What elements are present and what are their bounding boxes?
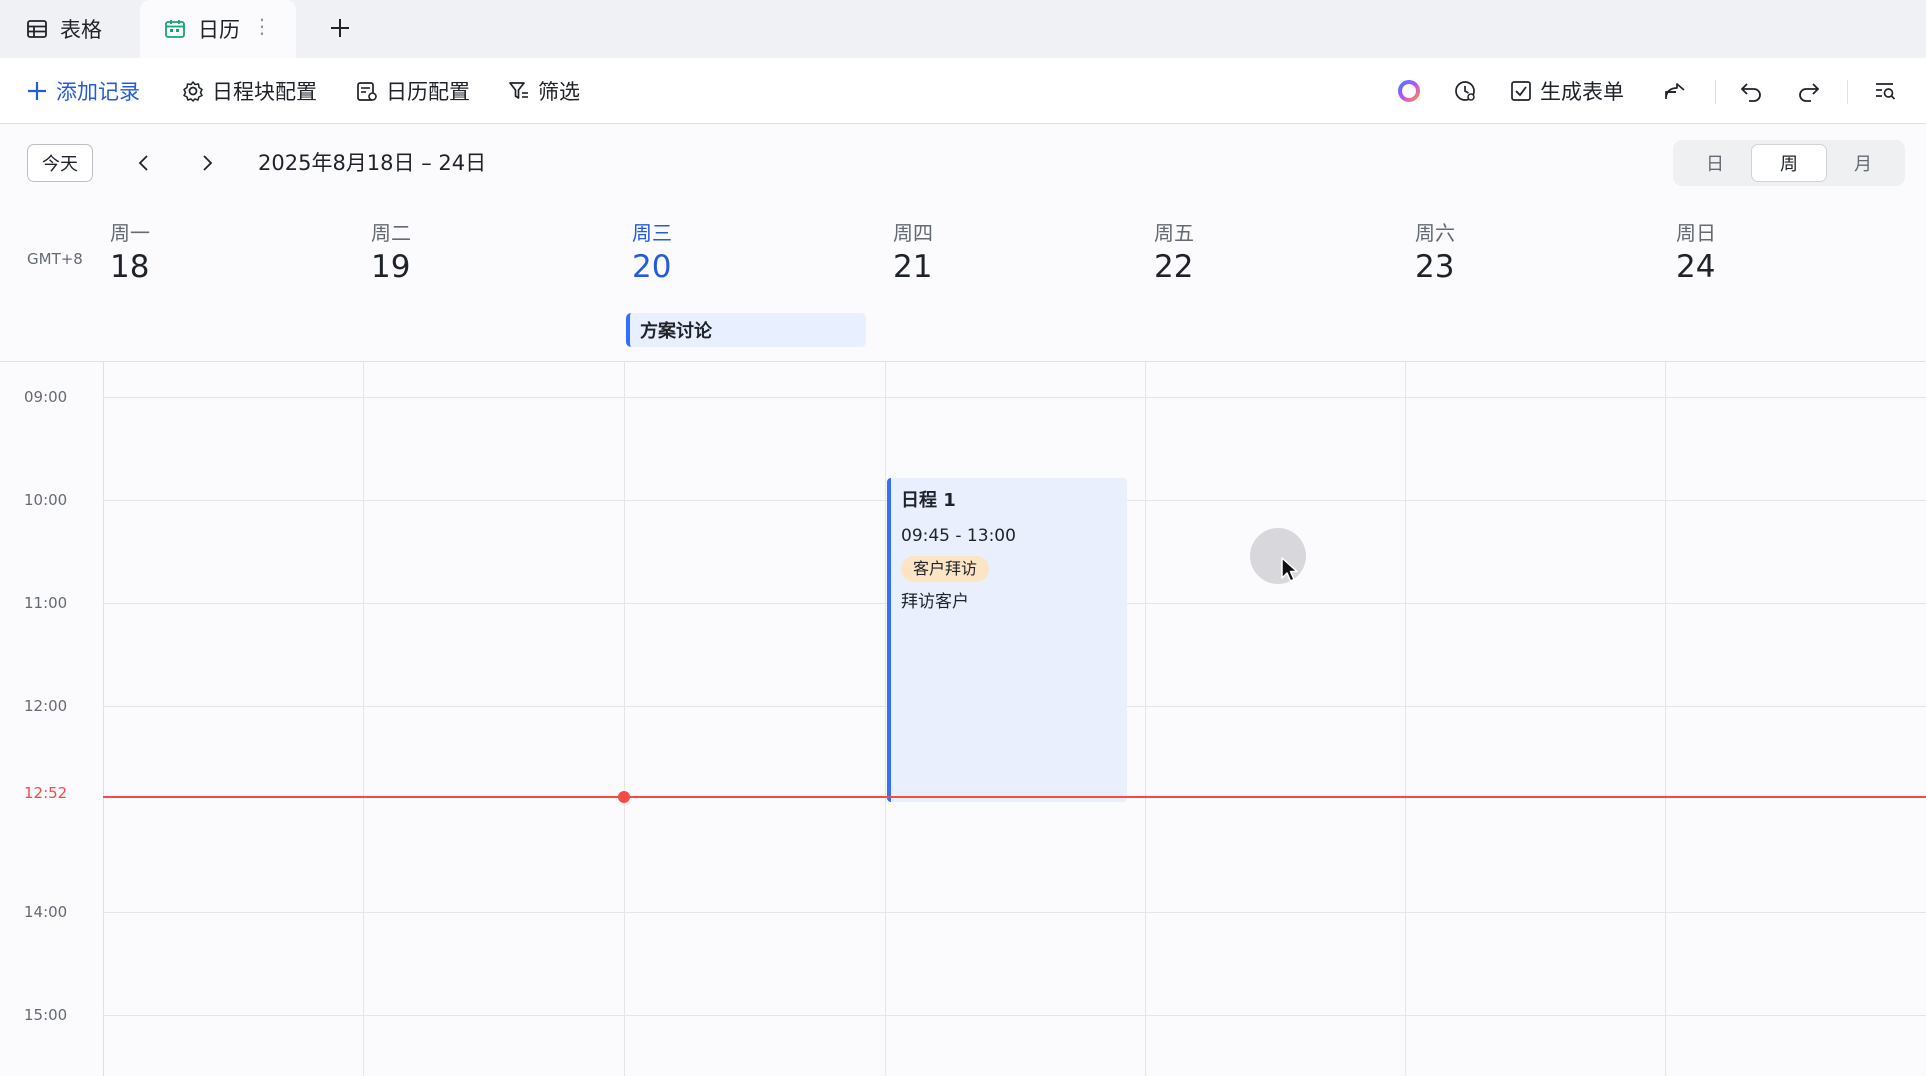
today-button[interactable]: 今天 [27, 144, 93, 182]
event-tag: 客户拜访 [901, 556, 990, 582]
timezone-label: GMT+8 [27, 250, 83, 268]
day-column-divider [885, 362, 886, 1076]
tab-calendar-label: 日历 [198, 18, 240, 42]
day-column-divider [1145, 362, 1146, 1076]
day-header-thu[interactable]: 周四 21 [893, 220, 933, 288]
day-name: 周一 [110, 221, 150, 245]
next-week-button[interactable] [188, 144, 226, 182]
hour-label: 14:00 [24, 903, 68, 921]
hour-label: 10:00 [24, 491, 68, 509]
generate-form-button[interactable]: 生成表单 [1510, 58, 1624, 124]
plus-icon [331, 19, 349, 37]
filter-label: 筛选 [538, 80, 580, 104]
day-name: 周日 [1676, 221, 1716, 245]
chevron-left-icon [138, 155, 148, 171]
current-time-line [103, 796, 1926, 798]
hour-line [103, 397, 1926, 398]
share-icon [1665, 83, 1685, 99]
history-button[interactable] [1446, 72, 1484, 110]
toolbar-divider [1847, 80, 1848, 104]
day-number: 22 [1154, 249, 1194, 285]
ai-assistant-button[interactable] [1390, 72, 1428, 110]
day-name: 周五 [1154, 221, 1194, 245]
day-number: 18 [110, 249, 150, 285]
toolbar: 添加记录 日程块配置 日历配置 筛选 生成表单 [0, 58, 1926, 124]
current-time-label: 12:52 [24, 784, 68, 802]
form-check-icon [1511, 81, 1531, 101]
day-column-divider [363, 362, 364, 1076]
calendar-settings-icon [357, 82, 377, 101]
generate-form-label: 生成表单 [1540, 80, 1624, 104]
date-range-title: 2025年8月18日 – 24日 [258, 151, 487, 175]
filter-icon [509, 82, 528, 99]
day-header-mon[interactable]: 周一 18 [110, 220, 150, 288]
mouse-cursor-icon [1281, 557, 1298, 582]
day-header-tue[interactable]: 周二 19 [371, 220, 411, 288]
current-time-dot [618, 791, 630, 803]
search-records-button[interactable] [1866, 72, 1904, 110]
day-header-sun[interactable]: 周日 24 [1676, 220, 1716, 288]
calendar-config-label: 日历配置 [386, 80, 470, 104]
calendar-event[interactable]: 日程 1 09:45 - 13:00 客户拜访 拜访客户 [887, 478, 1127, 802]
calendar-config-button[interactable]: 日历配置 [356, 58, 470, 124]
share-button[interactable] [1656, 72, 1694, 110]
previous-week-button[interactable] [125, 144, 163, 182]
day-column-divider [624, 362, 625, 1076]
time-axis-line [103, 362, 104, 1076]
day-number: 23 [1415, 249, 1455, 285]
plus-icon [28, 82, 46, 100]
more-vertical-icon[interactable]: ⋮ [252, 14, 272, 38]
day-name: 周四 [893, 221, 933, 245]
week-time-grid[interactable]: 09:00 10:00 11:00 12:00 14:00 15:00 日程 1… [0, 362, 1926, 1076]
tab-table-label: 表格 [60, 18, 102, 42]
calendar-icon [165, 20, 185, 38]
day-header-sat[interactable]: 周六 23 [1415, 220, 1455, 288]
day-header-fri[interactable]: 周五 22 [1154, 220, 1194, 288]
toolbar-divider [1715, 80, 1716, 104]
day-header-wed[interactable]: 周三 20 [632, 220, 672, 288]
block-config-button[interactable]: 日程块配置 [182, 58, 317, 124]
allday-event[interactable]: 方案讨论 [626, 313, 866, 347]
hour-label: 09:00 [24, 388, 68, 406]
add-tab-button[interactable] [322, 10, 358, 46]
hour-label: 15:00 [24, 1006, 68, 1024]
day-number: 20 [632, 249, 672, 285]
history-icon [1455, 81, 1475, 101]
chevron-right-icon [203, 155, 213, 171]
view-week-button[interactable]: 周 [1751, 144, 1827, 182]
redo-icon [1799, 83, 1820, 102]
redo-button[interactable] [1790, 72, 1828, 110]
view-month-button[interactable]: 月 [1825, 144, 1901, 182]
undo-button[interactable] [1732, 72, 1770, 110]
block-config-label: 日程块配置 [212, 80, 317, 104]
list-search-icon [1876, 83, 1896, 100]
event-time: 09:45 - 13:00 [901, 526, 1016, 546]
add-record-button[interactable]: 添加记录 [26, 58, 140, 124]
event-description: 拜访客户 [901, 592, 969, 612]
undo-icon [1740, 83, 1761, 102]
add-record-label: 添加记录 [56, 80, 140, 104]
day-number: 24 [1676, 249, 1716, 285]
day-name: 周三 [632, 221, 672, 245]
gear-icon [183, 81, 203, 102]
view-switcher: 日 周 月 [1673, 140, 1905, 186]
day-name: 周六 [1415, 221, 1455, 245]
view-day-button[interactable]: 日 [1677, 144, 1753, 182]
day-column-divider [1665, 362, 1666, 1076]
hour-label: 12:00 [24, 697, 68, 715]
hour-line [103, 1015, 1926, 1016]
hour-line [103, 912, 1926, 913]
tab-calendar[interactable]: 日历 ⋮ [140, 0, 296, 58]
ai-ring-icon [1398, 80, 1420, 102]
tab-bar: 表格 日历 ⋮ [0, 0, 1926, 58]
hour-label: 11:00 [24, 594, 68, 612]
day-number: 19 [371, 249, 411, 285]
day-number: 21 [893, 249, 933, 285]
filter-button[interactable]: 筛选 [508, 58, 580, 124]
day-name: 周二 [371, 221, 411, 245]
tab-table[interactable]: 表格 [26, 0, 102, 58]
day-column-divider [1405, 362, 1406, 1076]
table-icon [27, 20, 47, 38]
event-title: 日程 1 [901, 490, 956, 511]
